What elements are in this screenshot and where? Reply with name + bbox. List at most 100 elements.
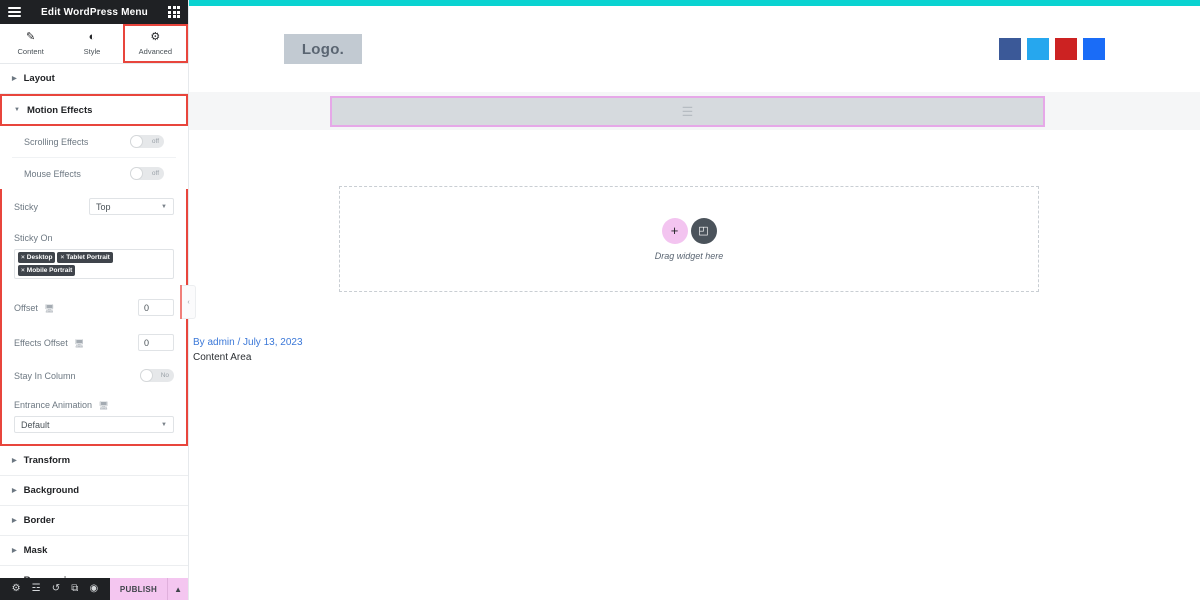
- mouse-effects-state: off: [151, 170, 159, 177]
- panel-title: Edit WordPress Menu: [41, 6, 148, 18]
- content-area-label: Content Area: [193, 352, 252, 363]
- tab-content[interactable]: ✎ Content: [0, 24, 61, 63]
- row-entrance-animation: Entrance Animation 🖥 Default ▼: [2, 391, 186, 444]
- row-stay-in-column: Stay In Column No: [2, 360, 186, 391]
- pencil-icon: ✎: [26, 30, 36, 43]
- effects-offset-label: Effects Offset: [14, 337, 68, 348]
- publish-options-icon[interactable]: ▲: [167, 578, 188, 600]
- row-sticky-on: Sticky On × Desktop × Tablet Portrait ×: [2, 224, 186, 290]
- responsive-mode-icon[interactable]: ⧉: [71, 584, 78, 594]
- motion-effects-toggles: Scrolling Effects off Mouse Effects off: [0, 126, 188, 189]
- preview-canvas: Logo. ☰ + ◰ Drag widget here By admin / …: [189, 0, 1200, 600]
- toggle-knob: [140, 369, 153, 382]
- sticky-select[interactable]: Top ▼: [89, 198, 174, 215]
- site-logo[interactable]: Logo.: [284, 34, 362, 64]
- section-motion-effects-label: Motion Effects: [26, 104, 93, 116]
- chevron-right-icon: ▶: [12, 457, 17, 464]
- tab-content-label: Content: [17, 46, 44, 56]
- sticky-controls-group: Sticky Top ▼ Sticky On × Desktop × Table…: [0, 189, 188, 446]
- chevron-right-icon: ▶: [12, 75, 17, 82]
- add-template-button[interactable]: ◰: [690, 217, 717, 244]
- desktop-icon[interactable]: 🖥: [74, 339, 84, 348]
- stay-in-column-label: Stay In Column: [14, 370, 76, 381]
- collapse-panel-button[interactable]: ‹: [182, 285, 196, 319]
- entrance-animation-value: Default: [21, 419, 50, 430]
- tag-tablet-portrait[interactable]: × Tablet Portrait: [57, 252, 113, 263]
- footer-icon-group: ⚙ ☲ ↺ ⧉ ◉: [0, 578, 110, 600]
- desktop-icon[interactable]: 🖥: [99, 401, 109, 410]
- navigator-icon[interactable]: ☲: [32, 584, 41, 594]
- add-widget-button[interactable]: +: [661, 217, 688, 244]
- panel-footer: ⚙ ☲ ↺ ⧉ ◉ PUBLISH ▲: [0, 578, 188, 600]
- panel-header: Edit WordPress Menu: [0, 0, 188, 24]
- tab-advanced-label: Advanced: [138, 46, 172, 56]
- chevron-down-icon: ▼: [161, 421, 167, 428]
- tag-mobile-portrait[interactable]: × Mobile Portrait: [18, 265, 76, 276]
- chevron-down-icon: ▼: [14, 107, 20, 113]
- chevron-right-icon: ▶: [12, 517, 17, 524]
- elementor-editor: Edit WordPress Menu ✎ Content ◐ Style ⚙ …: [0, 0, 1200, 600]
- grid-icon[interactable]: [168, 6, 180, 18]
- section-layout[interactable]: ▶ Layout: [0, 64, 188, 94]
- mouse-effects-toggle[interactable]: off: [130, 167, 164, 180]
- offset-label-wrap: Offset 🖥: [14, 303, 55, 313]
- section-transform-label: Transform: [23, 455, 71, 466]
- history-icon[interactable]: ↺: [52, 584, 60, 594]
- editor-panel: Edit WordPress Menu ✎ Content ◐ Style ⚙ …: [0, 0, 189, 600]
- widget-dropzone[interactable]: + ◰ Drag widget here: [339, 186, 1039, 292]
- dropzone-buttons: + ◰: [661, 217, 717, 244]
- facebook-icon[interactable]: [999, 38, 1021, 60]
- sticky-on-label: Sticky On: [14, 233, 53, 243]
- toggle-knob: [130, 167, 143, 180]
- youtube-icon[interactable]: [1055, 38, 1077, 60]
- scrolling-effects-label: Scrolling Effects: [24, 136, 89, 147]
- panel-tabs: ✎ Content ◐ Style ⚙ Advanced: [0, 24, 188, 64]
- scrolling-effects-toggle[interactable]: off: [130, 135, 164, 148]
- sticky-on-taglist[interactable]: × Desktop × Tablet Portrait × Mobile Por…: [14, 249, 174, 279]
- section-background-label: Background: [23, 485, 80, 496]
- panel-edge-marker: [180, 285, 182, 319]
- linkedin-icon[interactable]: [1083, 38, 1105, 60]
- row-mouse-effects: Mouse Effects off: [12, 158, 176, 189]
- tag-desktop[interactable]: × Desktop: [18, 252, 56, 263]
- section-mask[interactable]: ▶ Mask: [0, 536, 188, 566]
- hamburger-icon[interactable]: [8, 7, 21, 17]
- entrance-animation-label: Entrance Animation: [14, 400, 93, 410]
- remove-icon[interactable]: ×: [60, 254, 64, 261]
- section-mask-label: Mask: [23, 545, 48, 556]
- effects-offset-label-wrap: Effects Offset 🖥: [14, 338, 84, 348]
- desktop-icon[interactable]: 🖥: [44, 304, 54, 313]
- tab-advanced[interactable]: ⚙ Advanced: [122, 24, 188, 63]
- publish-button[interactable]: PUBLISH: [109, 578, 168, 600]
- tag-tablet-portrait-label: Tablet Portrait: [66, 254, 110, 261]
- section-border-label: Border: [23, 515, 55, 526]
- section-border[interactable]: ▶ Border: [0, 506, 188, 536]
- sticky-value: Top: [96, 201, 111, 212]
- row-scrolling-effects: Scrolling Effects off: [12, 126, 176, 158]
- remove-icon[interactable]: ×: [21, 267, 25, 274]
- tab-style[interactable]: ◐ Style: [61, 24, 122, 63]
- post-meta[interactable]: By admin / July 13, 2023: [193, 337, 303, 348]
- contrast-icon: ◐: [88, 30, 96, 43]
- twitter-icon[interactable]: [1027, 38, 1049, 60]
- tag-mobile-portrait-label: Mobile Portrait: [26, 267, 73, 274]
- row-sticky: Sticky Top ▼: [2, 189, 186, 224]
- offset-input[interactable]: 0: [138, 299, 174, 316]
- wordpress-menu-widget[interactable]: ☰: [330, 95, 1045, 127]
- menu-widget-icon: ☰: [681, 103, 694, 119]
- section-motion-effects[interactable]: ▼ Motion Effects: [0, 94, 188, 126]
- effects-offset-input[interactable]: 0: [138, 334, 174, 351]
- sticky-label: Sticky: [14, 201, 39, 212]
- settings-icon[interactable]: ⚙: [12, 584, 21, 594]
- entrance-animation-label-wrap: Entrance Animation 🖥: [14, 400, 174, 410]
- section-background[interactable]: ▶ Background: [0, 476, 188, 506]
- preview-icon[interactable]: ◉: [90, 584, 99, 594]
- dropzone-label: Drag widget here: [654, 250, 724, 261]
- remove-icon[interactable]: ×: [21, 254, 25, 261]
- section-responsive[interactable]: ▶ Responsive: [0, 566, 188, 578]
- entrance-animation-select[interactable]: Default ▼: [14, 416, 174, 433]
- stay-in-column-toggle[interactable]: No: [140, 369, 174, 382]
- section-transform[interactable]: ▶ Transform: [0, 446, 188, 476]
- scrolling-effects-state: off: [151, 138, 159, 145]
- row-effects-offset: Effects Offset 🖥 0: [2, 325, 186, 360]
